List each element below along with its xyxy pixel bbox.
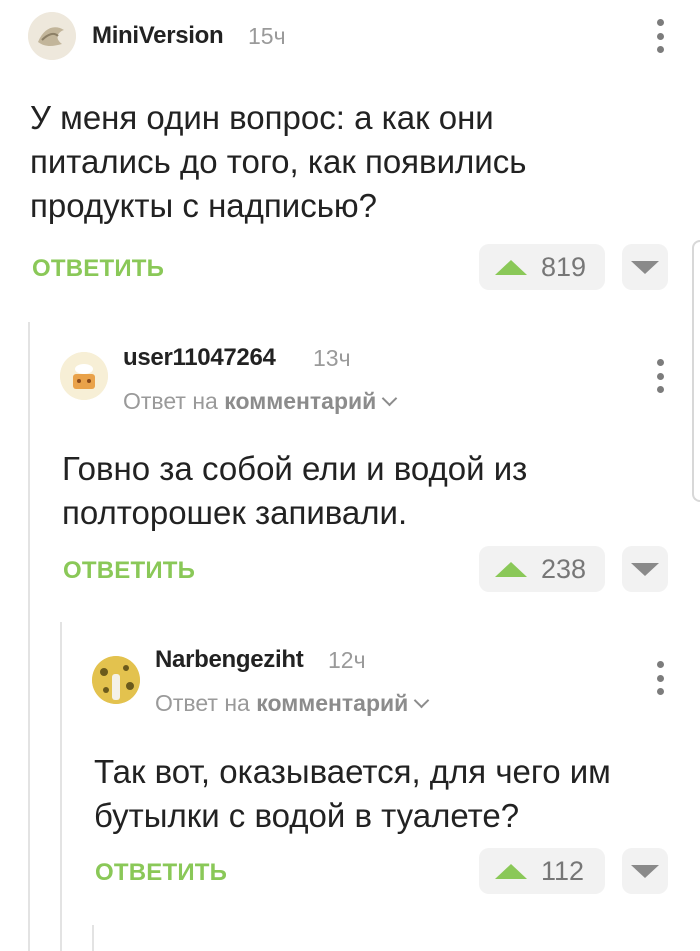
- reply-button[interactable]: ОТВЕТИТЬ: [95, 859, 227, 887]
- downvote-button[interactable]: [622, 546, 668, 592]
- chevron-down-icon: [382, 390, 398, 407]
- comment-score: 819: [541, 251, 587, 282]
- upvote-icon: [495, 561, 527, 577]
- upvote-icon: [495, 259, 527, 275]
- comment-text: Так вот, оказывается, для чего им бутылк…: [94, 753, 611, 834]
- thread-line: [60, 622, 62, 951]
- downvote-icon: [631, 864, 659, 878]
- comment-time: 15ч: [248, 23, 286, 49]
- avatar[interactable]: [92, 656, 140, 704]
- thread-line: [28, 322, 30, 951]
- upvote-button[interactable]: 112: [479, 848, 605, 894]
- reply-button[interactable]: ОТВЕТИТЬ: [32, 255, 164, 283]
- more-vertical-icon[interactable]: [655, 19, 665, 53]
- comment-author[interactable]: user11047264: [123, 344, 276, 372]
- comment-score: 112: [541, 855, 585, 886]
- comment-author[interactable]: Narbengeziht: [155, 646, 304, 674]
- thread-line: [92, 925, 94, 951]
- comment-text: У меня один вопрос: а как они питались д…: [30, 99, 527, 224]
- comment-score: 238: [541, 553, 587, 584]
- avatar-image: [60, 352, 108, 400]
- reply-reference[interactable]: Ответ на комментарий: [155, 690, 430, 717]
- downvote-button[interactable]: [622, 848, 668, 894]
- downvote-icon: [631, 260, 659, 274]
- downvote-icon: [631, 562, 659, 576]
- reply-reference[interactable]: Ответ на комментарий: [123, 388, 398, 415]
- chevron-down-icon: [414, 692, 430, 709]
- comment-author[interactable]: MiniVersion: [92, 22, 224, 50]
- avatar-image: [28, 12, 76, 60]
- avatar[interactable]: [28, 12, 76, 60]
- more-vertical-icon[interactable]: [655, 661, 665, 695]
- upvote-icon: [495, 863, 527, 879]
- more-vertical-icon[interactable]: [655, 359, 665, 393]
- downvote-button[interactable]: [622, 244, 668, 290]
- comment-time: 12ч: [328, 647, 366, 673]
- avatar[interactable]: [60, 352, 108, 400]
- avatar-image: [92, 656, 140, 704]
- upvote-button[interactable]: 238: [479, 546, 605, 592]
- upvote-button[interactable]: 819: [479, 244, 605, 290]
- comment-time: 13ч: [313, 345, 351, 371]
- reply-button[interactable]: ОТВЕТИТЬ: [63, 557, 195, 585]
- comment-text: Говно за собой ели и водой из полторошек…: [62, 450, 528, 531]
- scrollbar[interactable]: [692, 240, 700, 502]
